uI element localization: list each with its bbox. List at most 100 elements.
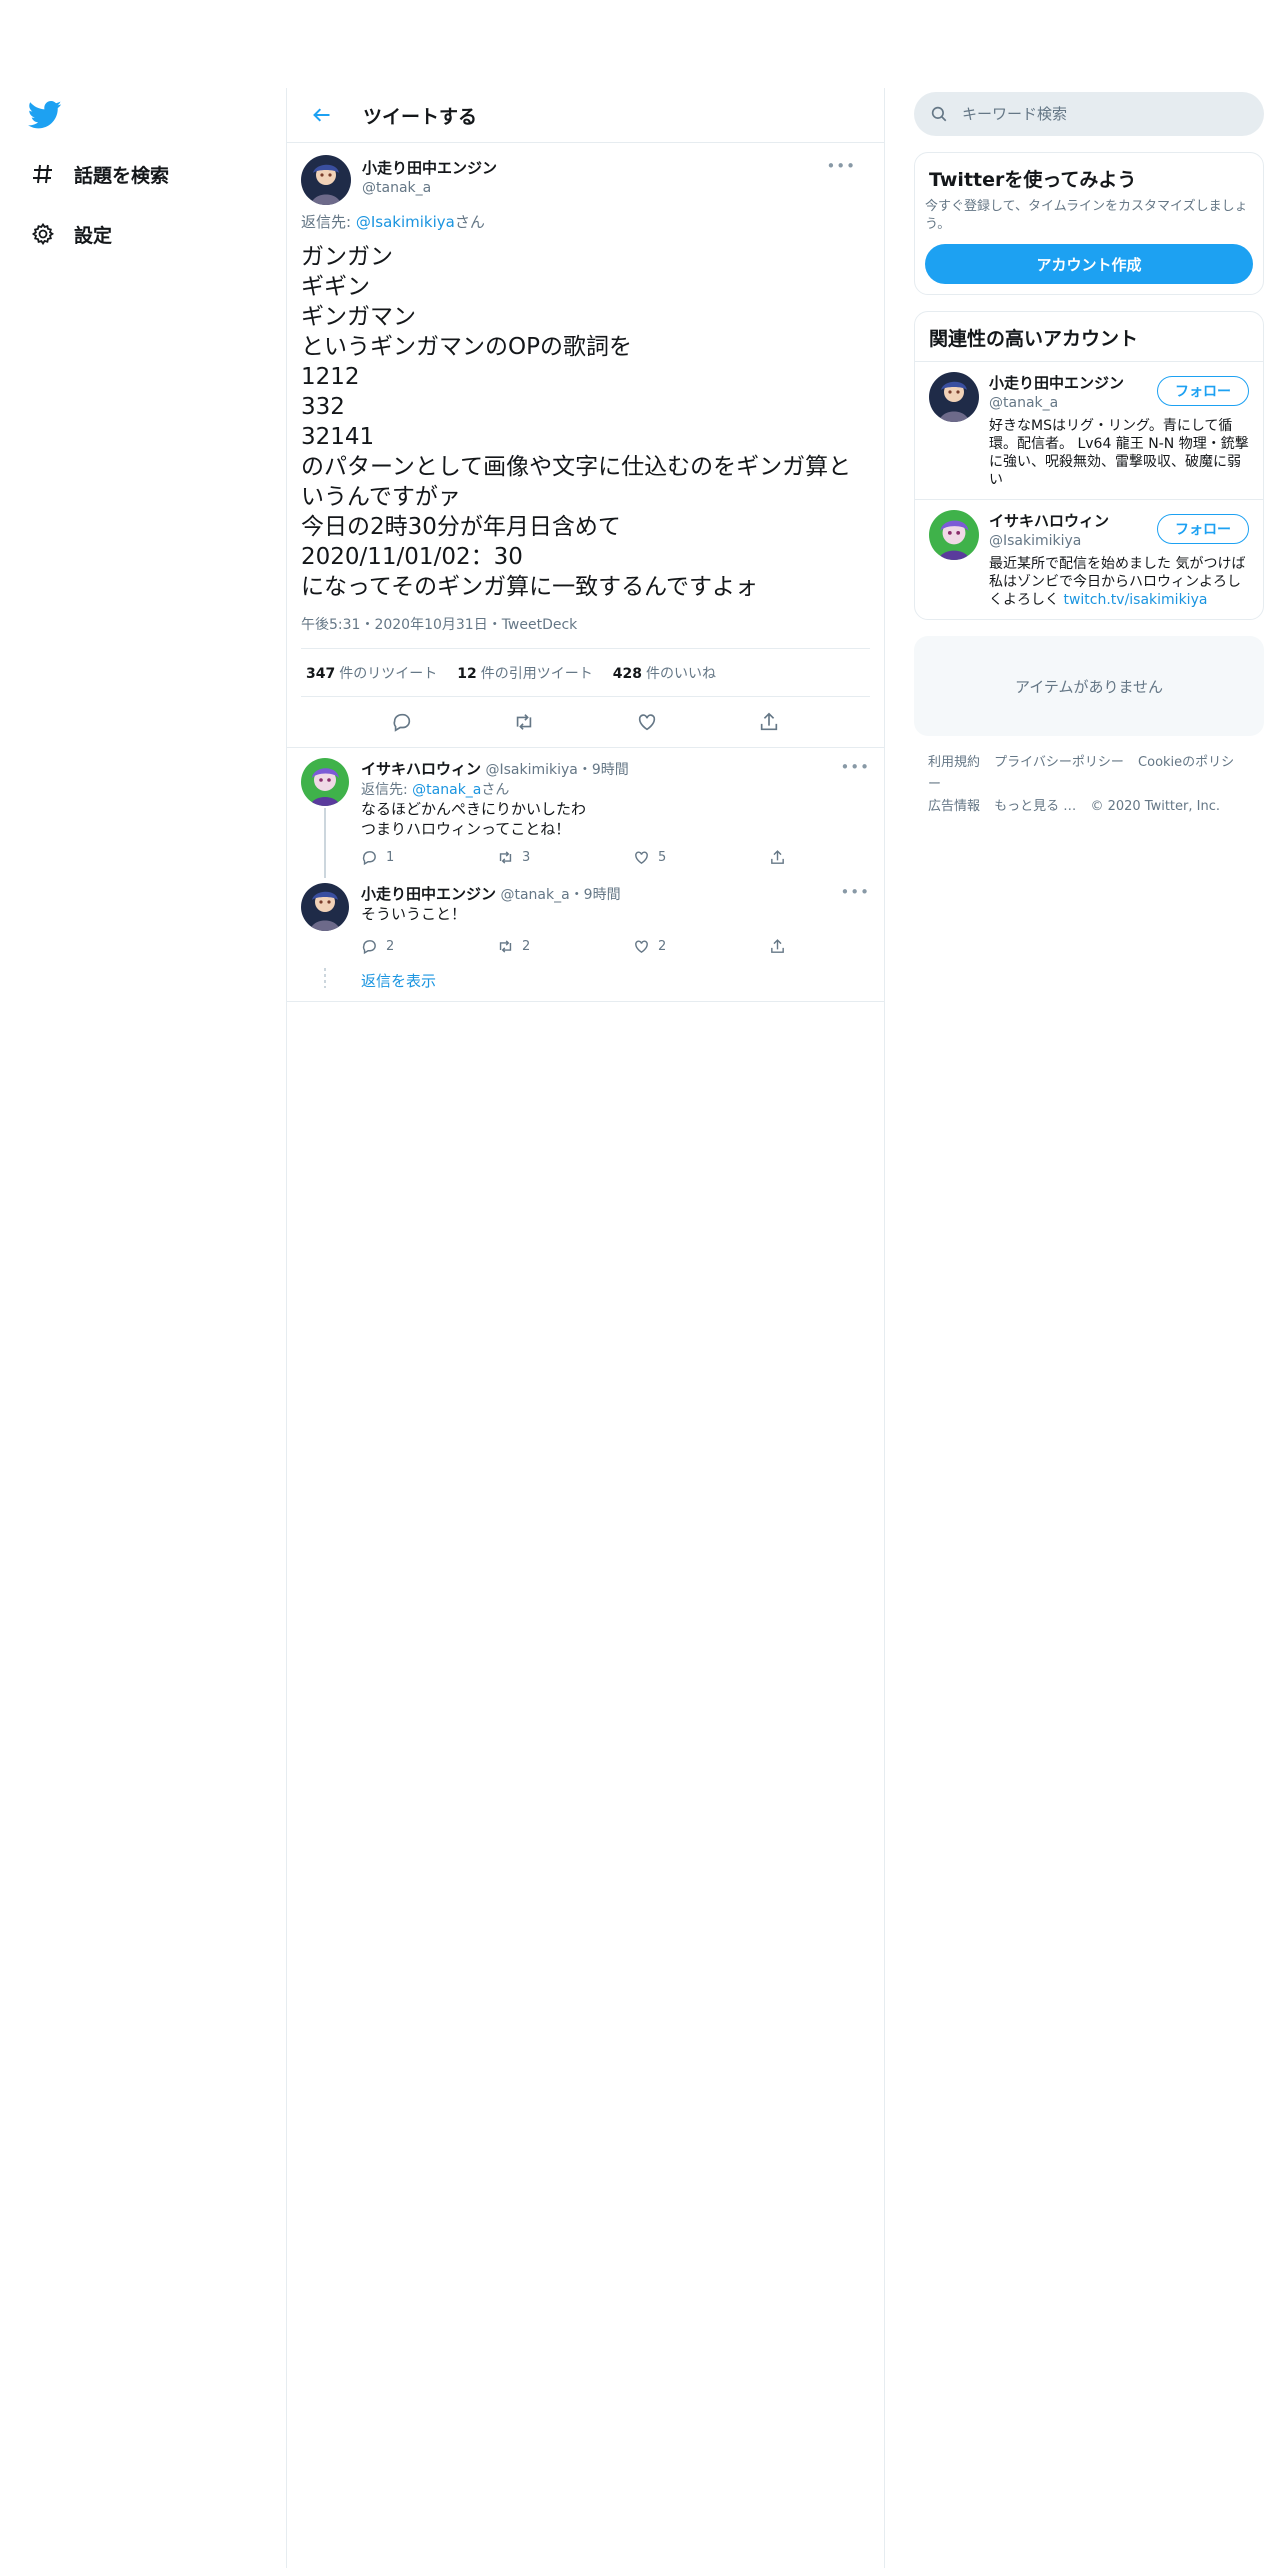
like-action[interactable]: 5 (633, 849, 769, 866)
reply-text: そういうこと！ (361, 905, 467, 923)
retweet-count: 347 (306, 665, 336, 682)
reply-count: 1 (386, 849, 395, 865)
reply-tweet[interactable]: ••• 小走り田中エンジン @tanak_a・9時間 そういうこと！ 2 2 2 (287, 869, 884, 958)
avatar[interactable] (301, 155, 351, 205)
footer-link[interactable]: 広告情報 (928, 799, 980, 814)
tweet-actions (301, 697, 870, 747)
tweet-text: ガンガン ギギン ギンガマン というギンガマンのOPの歌詞を 1212 332 … (301, 244, 852, 600)
retweet-action[interactable]: 2 (497, 938, 633, 955)
like-count: 428 (612, 665, 642, 682)
avatar[interactable] (301, 758, 349, 806)
search-input[interactable] (962, 105, 1222, 123)
share-icon[interactable] (756, 709, 782, 735)
reply-actions: 2 2 2 (361, 934, 905, 958)
show-replies-label: 返信を表示 (361, 972, 437, 990)
reply-actions: 1 3 5 (361, 845, 905, 869)
reply-icon (362, 939, 376, 954)
quote-label: 件の引用ツイート (480, 665, 593, 682)
author-name[interactable]: 小走り田中エンジン (362, 157, 497, 178)
related-title: 関連性の高いアカウント (929, 328, 1139, 350)
create-account-button[interactable]: アカウント作成 (925, 244, 1253, 284)
follow-button[interactable]: フォロー (1157, 376, 1249, 406)
reply-author-handle[interactable]: @Isakimikiya (485, 762, 577, 778)
account-item[interactable]: イサキハロウィン @Isakimikiya 最近某所で配信を始めました 気がつけ… (915, 499, 1263, 619)
nav-explore-label: 話題を検索 (74, 164, 170, 187)
tweet-stats: 347 件のリツイート 12 件の引用ツイート 428 件のいいね (301, 649, 870, 697)
like-icon (635, 939, 648, 953)
reply-author-handle[interactable]: @tanak_a (500, 887, 569, 903)
replying-prefix: 返信先: (361, 782, 413, 798)
share-icon (771, 938, 784, 953)
reply-author-name[interactable]: イサキハロウィン (361, 760, 481, 778)
retweet-count: 3 (522, 849, 531, 865)
gear-icon (28, 219, 58, 249)
tweet-meta: 午後5:31・2020年10月31日・TweetDeck (301, 614, 870, 649)
replying-suffix: さん (481, 782, 510, 798)
reply-icon (362, 850, 376, 865)
nav-settings-label: 設定 (74, 224, 113, 247)
reply-tweet[interactable]: ••• イサキハロウィン @Isakimikiya・9時間 返信先: @tana… (287, 748, 884, 878)
share-icon (771, 849, 784, 864)
reply-action[interactable]: 2 (361, 938, 497, 955)
retweet-action[interactable]: 3 (497, 849, 633, 866)
show-replies-link[interactable]: 返信を表示 (287, 958, 884, 1002)
like-label: 件のいいね (645, 665, 716, 682)
back-arrow-icon[interactable] (307, 100, 337, 130)
replying-prefix: 返信先: (301, 213, 356, 231)
like-stat[interactable]: 428 件のいいね (613, 663, 716, 683)
copyright: © 2020 Twitter, Inc. (1090, 799, 1220, 814)
footer-more-link[interactable]: もっと見る … (994, 799, 1076, 814)
more-options-icon[interactable]: ••• (840, 883, 870, 901)
twitter-logo-icon[interactable] (27, 100, 62, 130)
header: ツイートする (287, 88, 884, 143)
main-tweet: 小走り田中エンジン @tanak_a ••• 返信先: @Isakimikiya… (287, 143, 884, 748)
main-column: ツイートする 小走り田中エンジン @tanak_a ••• 返信先: @Isak… (286, 88, 885, 2568)
signup-desc: 今すぐ登録して、タイムラインをカスタマイズしましょう。 (925, 199, 1248, 232)
search-bar[interactable] (914, 92, 1264, 136)
reply-action[interactable]: 1 (361, 849, 497, 866)
footer-link[interactable]: 利用規約 (928, 755, 980, 770)
reply-icon[interactable] (389, 709, 415, 735)
retweet-count: 2 (522, 938, 531, 954)
follow-button[interactable]: フォロー (1157, 514, 1249, 544)
retweet-label: 件のリツイート (339, 665, 438, 682)
account-bio-link[interactable]: twitch.tv/isakimikiya (1063, 592, 1207, 608)
share-action[interactable] (769, 938, 905, 955)
reply-author-name[interactable]: 小走り田中エンジン (361, 885, 496, 903)
like-action[interactable]: 2 (633, 938, 769, 955)
more-options-icon[interactable]: ••• (826, 157, 856, 175)
thread-line (324, 808, 326, 878)
quote-count: 12 (457, 665, 477, 682)
author-handle[interactable]: @tanak_a (362, 180, 497, 196)
replying-handle-link[interactable]: @Isakimikiya (356, 213, 455, 231)
retweet-icon (499, 939, 512, 953)
account-bio: 最近某所で配信を始めました 気がつけば私はゾンビで今日からハロウィンよろしくよろ… (989, 555, 1249, 609)
reply-time[interactable]: ・9時間 (578, 762, 629, 778)
avatar[interactable] (301, 883, 349, 931)
like-count: 5 (658, 849, 667, 865)
more-options-icon[interactable]: ••• (840, 758, 870, 776)
replying-suffix: さん (454, 213, 485, 231)
retweet-icon (499, 850, 512, 864)
replying-to: 返信先: @tanak_aさん (361, 779, 905, 799)
retweet-icon[interactable] (511, 709, 537, 735)
footer-link[interactable]: プライバシーポリシー (994, 755, 1124, 770)
share-action[interactable] (769, 849, 905, 866)
thread-dots (324, 968, 326, 988)
reply-time[interactable]: ・9時間 (570, 887, 621, 903)
related-accounts-card: 関連性の高いアカウント 小走り田中エンジン @tanak_a 好きなMSはリグ・… (914, 311, 1264, 620)
reply-text: なるほどかんぺきにりかいしたわ つまりハロウィンってことね！ (361, 800, 587, 838)
search-icon (931, 106, 947, 122)
nav-settings[interactable]: 設定 (28, 216, 112, 252)
quote-stat[interactable]: 12 件の引用ツイート (457, 663, 592, 683)
footer: 利用規約 プライバシーポリシー Cookieのポリシー 広告情報 もっと見る …… (914, 752, 1264, 818)
nav-explore[interactable]: 話題を検索 (28, 156, 169, 192)
avatar[interactable] (929, 372, 979, 422)
replying-handle-link[interactable]: @tanak_a (412, 782, 481, 798)
retweet-stat[interactable]: 347 件のリツイート (306, 663, 437, 683)
account-item[interactable]: 小走り田中エンジン @tanak_a 好きなMSはリグ・リング。青にして循環。配… (915, 361, 1263, 499)
account-bio: 好きなMSはリグ・リング。青にして循環。配信者。 Lv64 龍王 N-N 物理・… (989, 418, 1249, 488)
like-icon[interactable] (634, 709, 660, 735)
like-icon (635, 850, 648, 864)
avatar[interactable] (929, 510, 979, 560)
